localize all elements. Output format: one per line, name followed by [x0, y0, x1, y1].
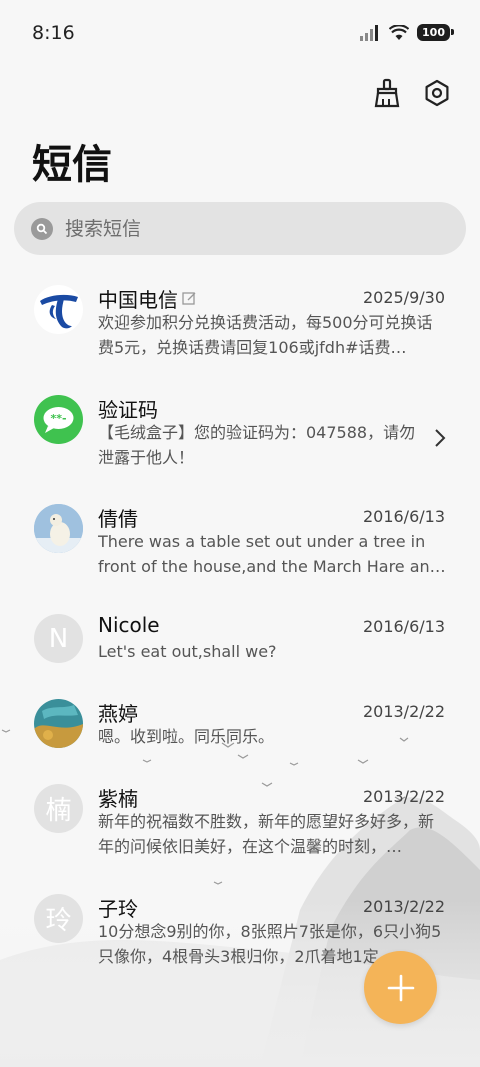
status-bar: 8:16 100: [0, 0, 480, 64]
search-bar[interactable]: [14, 202, 466, 255]
avatar: [34, 285, 83, 334]
message-date: 2013/2/22: [362, 897, 445, 916]
battery-indicator: 100: [417, 24, 454, 41]
clean-brush-button[interactable]: [372, 78, 402, 108]
brush-icon: [374, 78, 400, 108]
message-preview: 新年的祝福数不胜数，新年的愿望好多好多，新年的问候依旧美好，在这个温馨的时刻，…: [98, 812, 435, 856]
contact-name: 倩倩: [98, 507, 138, 531]
message-bubble-icon: **-: [43, 407, 74, 433]
conversation-row-china-telecom[interactable]: 中国电信 2025/9/30 欢迎参加积分兑换话费活动，每500分可兑换话费5元…: [0, 268, 480, 368]
contact-name: 中国电信: [98, 284, 197, 313]
status-time: 8:16: [32, 22, 75, 44]
page-title: 短信: [32, 142, 112, 188]
message-date: 2016/6/13: [362, 617, 445, 636]
message-preview: There was a table set out under a tree i…: [98, 532, 446, 576]
settings-button[interactable]: [422, 78, 452, 108]
new-message-button[interactable]: [364, 951, 437, 1024]
contact-name: 子玲: [98, 897, 138, 921]
settings-icon: [425, 79, 449, 107]
avatar: [34, 699, 83, 748]
message-preview: 【毛绒盒子】您的验证码为：047588，请勿泄露于他人！: [98, 423, 416, 467]
chevron-right-icon[interactable]: [434, 428, 446, 448]
top-actions: [372, 78, 452, 108]
search-icon: [31, 217, 53, 240]
painting-photo-icon: [34, 699, 83, 748]
polar-bear-photo-icon: [34, 504, 83, 553]
contact-name: 紫楠: [98, 787, 138, 811]
contact-name-text: 中国电信: [98, 288, 178, 312]
wifi-icon: [389, 24, 410, 40]
search-input[interactable]: [63, 216, 447, 241]
avatar: **-: [34, 395, 83, 444]
plus-icon: [387, 974, 414, 1001]
avatar: N: [34, 614, 83, 663]
svg-text:**-: **-: [50, 412, 66, 425]
contact-name: 验证码: [98, 398, 158, 422]
message-date: 2013/2/22: [362, 702, 445, 721]
conversation-row-qianqian[interactable]: 倩倩 2016/6/13 There was a table set out u…: [0, 487, 480, 587]
avatar: 楠: [34, 784, 83, 833]
china-telecom-logo-icon: [40, 294, 78, 329]
signal-icon: [360, 24, 379, 41]
avatar: 玲: [34, 894, 83, 943]
conversation-row-zinan[interactable]: 楠 紫楠 2013/2/22 新年的祝福数不胜数，新年的愿望好多好多，新年的问候…: [0, 767, 480, 867]
message-preview: 欢迎参加积分兑换话费活动，每500分可兑换话费5元，兑换话费请回复106或jfd…: [98, 313, 433, 357]
edit-note-icon: [182, 292, 196, 305]
message-date: 2016/6/13: [362, 507, 445, 526]
message-date: 2013/2/22: [362, 787, 445, 806]
contact-name: Nicole: [98, 613, 160, 637]
conversation-row-verification-code[interactable]: **- 验证码 【毛绒盒子】您的验证码为：047588，请勿泄露于他人！: [0, 378, 480, 478]
avatar: [34, 504, 83, 553]
status-icons: 100: [359, 24, 454, 41]
contact-name: 燕婷: [98, 702, 138, 726]
message-date: 2025/9/30: [362, 288, 445, 307]
